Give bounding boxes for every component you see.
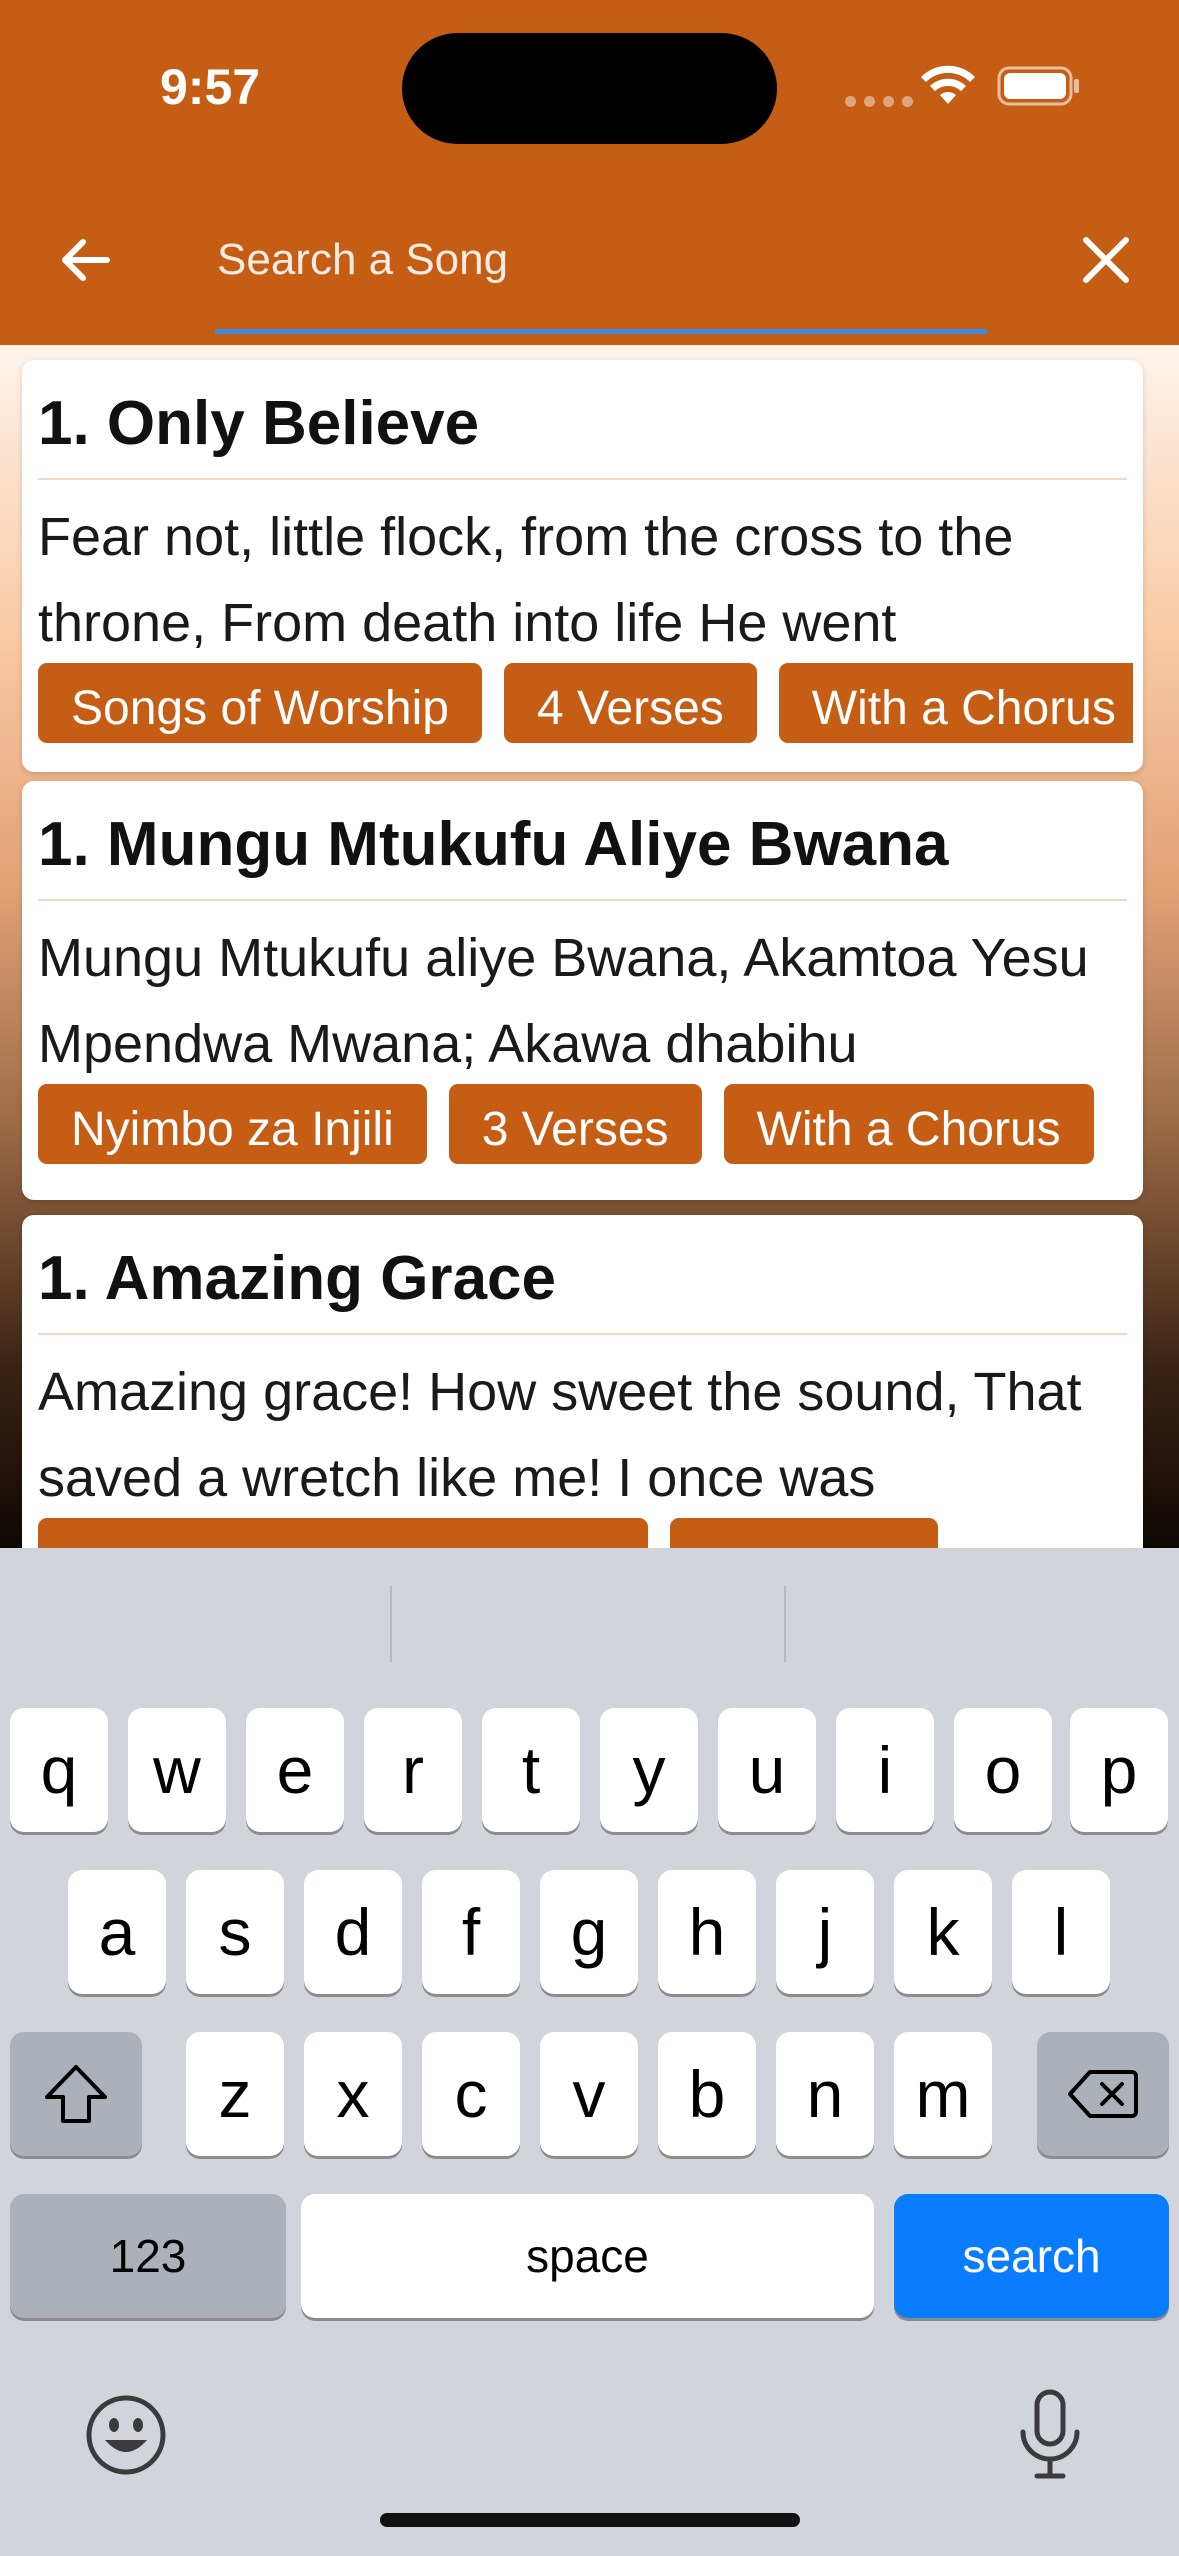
song-excerpt: Amazing grace! How sweet the sound, That… [38,1362,1082,1508]
wifi-icon [921,65,975,104]
tag-songbook[interactable]: Songs of Worship [38,663,482,743]
divider [38,1333,1127,1335]
status-time: 9:57 [160,59,261,115]
emoji-icon[interactable] [85,2394,167,2476]
dynamic-island [402,33,777,144]
key-l[interactable]: l [1012,1870,1110,1994]
delete-key[interactable] [1037,2032,1169,2156]
prediction-separator [784,1586,786,1662]
tag-row: Nyimbo za Injili 3 Verses With a Chorus [38,1084,1133,1168]
tag-chorus[interactable]: With a Chorus [778,663,1133,743]
close-icon[interactable] [1078,232,1134,288]
keyboard: q w e r t y u i o p a s d f g h j k l z … [0,1548,1179,2556]
key-p[interactable]: p [1070,1708,1168,1832]
key-w[interactable]: w [128,1708,226,1832]
space-key[interactable]: space [301,2194,874,2318]
search-underline [215,329,987,334]
song-excerpt: Fear not, little flock, from the cross t… [38,507,1014,653]
key-z[interactable]: z [186,2032,284,2156]
results-list: 1. Only Believe Fear not, little flock, … [0,345,1179,1548]
song-title: 1. Mungu Mtukufu Aliye Bwana [38,810,949,879]
prediction-separator [390,1586,392,1662]
song-card[interactable]: 1. Only Believe Fear not, little flock, … [22,360,1143,772]
key-e[interactable]: e [246,1708,344,1832]
tag-verses[interactable] [670,1518,938,1548]
divider [38,899,1127,901]
song-title: 1. Only Believe [38,389,480,458]
shift-icon [45,2065,107,2123]
numbers-key[interactable]: 123 [10,2194,286,2318]
key-y[interactable]: y [600,1708,698,1832]
tag-songbook[interactable] [38,1518,648,1548]
back-arrow-icon[interactable] [55,230,115,290]
key-d[interactable]: d [304,1870,402,1994]
key-x[interactable]: x [304,2032,402,2156]
app-bar: 9:57 [0,0,1179,345]
key-c[interactable]: c [422,2032,520,2156]
song-excerpt: Mungu Mtukufu aliye Bwana, Akamtoa Yesu … [38,928,1089,1074]
key-k[interactable]: k [894,1870,992,1994]
battery-icon [997,66,1079,106]
key-n[interactable]: n [776,2032,874,2156]
key-b[interactable]: b [658,2032,756,2156]
key-t[interactable]: t [482,1708,580,1832]
tag-verses[interactable]: 4 Verses [503,663,757,743]
song-title: 1. Amazing Grace [38,1244,557,1313]
microphone-icon[interactable] [1015,2388,1085,2482]
signal-icon [845,96,913,107]
tag-songbook[interactable]: Nyimbo za Injili [38,1084,427,1164]
home-indicator[interactable] [380,2513,800,2527]
divider [38,478,1127,480]
key-i[interactable]: i [836,1708,934,1832]
key-o[interactable]: o [954,1708,1052,1832]
key-s[interactable]: s [186,1870,284,1994]
key-j[interactable]: j [776,1870,874,1994]
tag-row [38,1518,1133,1548]
shift-key[interactable] [10,2032,142,2156]
key-m[interactable]: m [894,2032,992,2156]
key-r[interactable]: r [364,1708,462,1832]
search-input[interactable] [217,228,987,292]
tag-row: Songs of Worship 4 Verses With a Chorus [38,663,1133,747]
search-key[interactable]: search [894,2194,1169,2318]
song-card[interactable]: 1. Amazing Grace Amazing grace! How swee… [22,1215,1143,1548]
key-q[interactable]: q [10,1708,108,1832]
key-f[interactable]: f [422,1870,520,1994]
key-u[interactable]: u [718,1708,816,1832]
tag-verses[interactable]: 3 Verses [448,1084,702,1164]
key-g[interactable]: g [540,1870,638,1994]
backspace-icon [1068,2070,1138,2118]
key-a[interactable]: a [68,1870,166,1994]
key-v[interactable]: v [540,2032,638,2156]
song-card[interactable]: 1. Mungu Mtukufu Aliye Bwana Mungu Mtuku… [22,781,1143,1200]
tag-chorus[interactable]: With a Chorus [723,1084,1094,1164]
key-h[interactable]: h [658,1870,756,1994]
